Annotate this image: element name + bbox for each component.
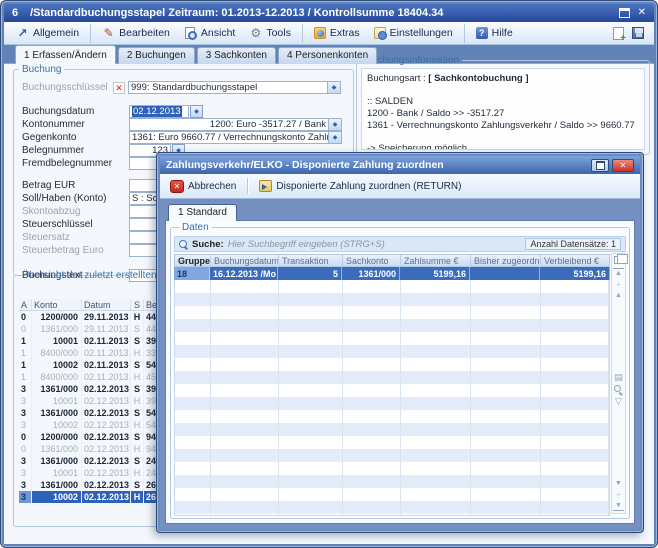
dialog-toolbar: Abbrechen Disponierte Zahlung zuordnen (… (160, 174, 640, 199)
tab-sachkonten[interactable]: 3 Sachkonten (197, 47, 276, 64)
chevron-down-icon[interactable]: ◆ (327, 82, 340, 93)
tab-erfassen-aendern[interactable]: 1 Erfassen/Ändern (15, 45, 116, 64)
toolbar-right (613, 27, 649, 40)
window-controls: ✕ (619, 8, 646, 18)
settings-icon (374, 27, 386, 39)
buchungsdatum-field[interactable]: 02.12.2013 (129, 105, 189, 118)
buchungsinfo-group: Buchungsinformation Buchungsart : [ Sach… (356, 55, 650, 155)
gegenkonto-label: Gegenkonto (22, 132, 129, 143)
window-number: 6 (12, 7, 18, 19)
skontoabzug-label: Skontoabzug (22, 206, 129, 217)
menu-item-hilfe[interactable]: Hilfe (469, 24, 520, 43)
insert-icon[interactable]: + (613, 281, 624, 288)
view-icon (184, 27, 197, 40)
search-bar[interactable]: Suche: Hier Suchbegriff eingeben (STRG+S… (174, 236, 626, 252)
pencil-icon (102, 27, 115, 40)
dialog-panel: Daten Suche: Hier Suchbegriff eingeben (… (165, 220, 635, 524)
kontonummer-label: Kontonummer (22, 119, 129, 130)
clear-icon[interactable] (113, 82, 125, 94)
dialog-body: 1 Standard Daten Suche: Hier Suchbegriff… (160, 199, 640, 529)
app-window: 6 /Standardbuchungsstapel Zeitraum: 01.2… (0, 0, 658, 548)
abort-icon (170, 180, 184, 193)
copy-icon[interactable] (614, 256, 623, 264)
steuersatz-label: Steuersatz (22, 232, 129, 243)
grid-side-toolbar: ▲ + ▲ ▤ ▽ ▼ + ▼ (611, 253, 626, 514)
search-label: Suche: (192, 239, 224, 250)
dialog-close-icon[interactable]: ✕ (612, 159, 634, 172)
dialog-controls: ✕ (591, 159, 634, 172)
steuerbetrag-label: Steuerbetrag Euro (22, 245, 129, 256)
buchungsschluessel-label: Buchungsschlüssel (22, 82, 110, 93)
grid-header: Gruppe Buchungsdatum Transaktion Sachkon… (174, 254, 610, 267)
chevron-down-icon[interactable]: ◆ (328, 119, 341, 130)
menu-item-ansicht[interactable]: Ansicht (177, 24, 242, 43)
buchungsart-label: Buchungsart : (367, 73, 428, 84)
scroll-bottom-icon[interactable]: ▼ (613, 502, 624, 511)
close-icon[interactable]: ✕ (638, 8, 646, 18)
search-placeholder: Hier Suchbegriff eingeben (STRG+S) (228, 239, 385, 250)
steuerschluessel-label: Steuerschlüssel (22, 219, 129, 230)
selected-date: 02.12.2013 (132, 106, 182, 117)
menubar: Allgemein Bearbeiten Ansicht Tools Extra… (4, 22, 654, 45)
search-grid-icon[interactable] (614, 385, 623, 394)
daten-group: Daten Suche: Hier Suchbegriff eingeben (… (170, 222, 630, 519)
dialog-title: Zahlungsverkehr/ELKO - Disponierte Zahlu… (166, 159, 591, 171)
betrag-label: Betrag EUR (22, 180, 129, 191)
fremdbelegnummer-label: Fremdbelegnummer (22, 158, 129, 169)
menu-item-tools[interactable]: Tools (242, 24, 303, 43)
belegnummer-label: Belegnummer (22, 145, 129, 156)
kontonummer-select[interactable]: 1200: Euro -3517.27 / Bank ◆ (129, 118, 342, 131)
scroll-up-icon[interactable]: ▲ (613, 292, 624, 299)
abort-button[interactable]: Abbrechen (165, 179, 241, 194)
buchungsdatum-label: Buchungsdatum (22, 106, 129, 117)
main-tabs: 1 Erfassen/Ändern 2 Buchungen 3 Sachkont… (4, 45, 377, 64)
dialog-titlebar: Zahlungsverkehr/ELKO - Disponierte Zahlu… (160, 156, 640, 174)
payments-grid: Gruppe Buchungsdatum Transaktion Sachkon… (174, 254, 610, 516)
extras-icon (314, 27, 326, 39)
tab-personenkonten[interactable]: 4 Personenkonten (278, 47, 377, 64)
dialog-zahlungsverkehr: Zahlungsverkehr/ELKO - Disponierte Zahlu… (156, 152, 644, 533)
buchungsart-value: [ Sachkontobuchung ] (428, 73, 528, 84)
menu-item-einstellungen[interactable]: Einstellungen (367, 24, 465, 43)
scroll-top-icon[interactable]: ▲ (613, 268, 624, 277)
grid-row-selected[interactable]: 18 16.12.2013 /Mo 5 1361/000 5199,16 519… (174, 267, 610, 280)
maximize-icon[interactable] (619, 8, 630, 18)
columns-icon[interactable]: ▤ (613, 374, 624, 381)
arrow-up-right-icon (16, 27, 29, 40)
record-count: Anzahl Datensätze: 1 (525, 238, 621, 250)
search-icon (179, 240, 188, 249)
tab-buchungen[interactable]: 2 Buchungen (118, 47, 195, 64)
toolbar-separator (247, 178, 248, 194)
buchungsinfo-text: Buchungsart : [ Sachkontobuchung ] :: SA… (361, 68, 645, 150)
daten-legend: Daten (179, 222, 212, 233)
scroll-down-icon[interactable]: ▼ (613, 480, 624, 487)
gegenkonto-select[interactable]: 1361: Euro 9660.77 / Verrechnungskonto Z… (129, 131, 342, 144)
date-spinner-icon[interactable]: ◆ (190, 105, 203, 118)
gear-icon (249, 27, 262, 40)
buchungsschluessel-select[interactable]: 999: Standardbuchungsstapel ◆ (128, 81, 341, 94)
tab-standard[interactable]: 1 Standard (168, 204, 237, 221)
sollhaben-label: Soll/Haben (Konto) (22, 193, 129, 204)
help-icon (476, 27, 488, 39)
new-document-icon[interactable] (613, 27, 624, 40)
window-title: /Standardbuchungsstapel Zeitraum: 01.201… (30, 7, 606, 19)
menu-item-extras[interactable]: Extras (307, 24, 367, 43)
filter-icon[interactable]: ▽ (613, 398, 624, 405)
save-icon[interactable] (632, 27, 644, 39)
menu-item-allgemein[interactable]: Allgemein (9, 24, 91, 43)
menu-item-bearbeiten[interactable]: Bearbeiten (95, 24, 177, 43)
dialog-maximize-icon[interactable] (591, 159, 609, 172)
buchung-legend: Buchung (19, 64, 64, 75)
chevron-down-icon[interactable]: ◆ (328, 132, 341, 143)
grid-empty-rows (174, 280, 610, 516)
assign-icon (259, 180, 272, 192)
titlebar: 6 /Standardbuchungsstapel Zeitraum: 01.2… (4, 4, 654, 22)
append-icon[interactable]: + (613, 491, 624, 498)
assign-button[interactable]: Disponierte Zahlung zuordnen (RETURN) (254, 179, 466, 193)
